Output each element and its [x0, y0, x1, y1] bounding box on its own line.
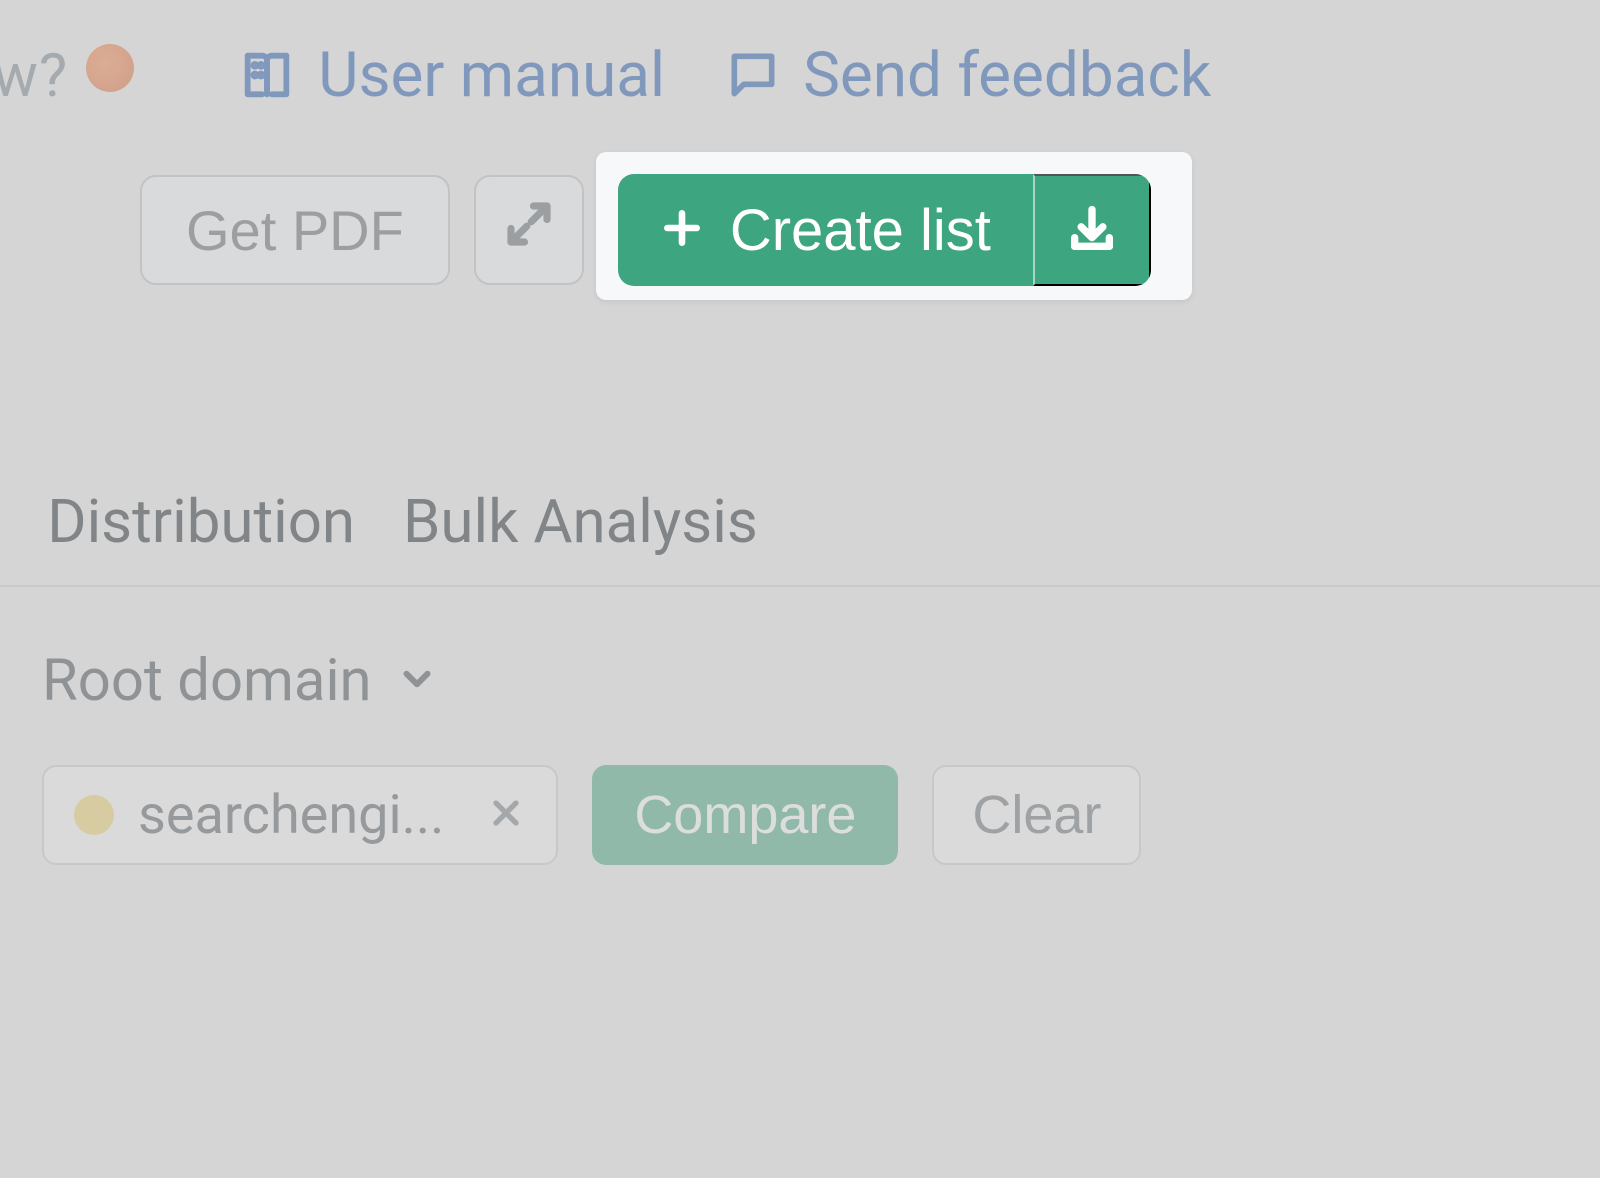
dropdown-row: Root domain	[0, 647, 1600, 715]
action-row: Get PDF Create list	[0, 174, 1600, 286]
send-feedback-link[interactable]: Send feedback	[725, 39, 1211, 112]
plus-icon	[660, 197, 704, 264]
get-pdf-label: Get PDF	[186, 198, 404, 263]
tabs-row: o Distribution Bulk Analysis	[0, 486, 1600, 587]
chip-close-icon[interactable]	[486, 784, 526, 847]
send-feedback-label: Send feedback	[803, 39, 1211, 112]
compare-button[interactable]: Compare	[592, 765, 898, 865]
chip-color-dot-icon	[74, 795, 114, 835]
expand-button[interactable]	[474, 175, 584, 285]
user-manual-label: User manual	[318, 39, 665, 112]
tab-distribution[interactable]: Distribution	[47, 486, 355, 557]
book-icon	[238, 46, 296, 104]
truncated-left-text: ew?	[0, 40, 68, 111]
download-button[interactable]	[1033, 174, 1151, 286]
compare-label: Compare	[634, 785, 856, 845]
top-links-row: ew? User manual	[0, 30, 1600, 120]
get-pdf-button[interactable]: Get PDF	[140, 175, 450, 285]
domain-chip-label: searchengi...	[138, 784, 444, 847]
user-manual-link[interactable]: User manual	[238, 39, 665, 112]
create-list-label: Create list	[730, 197, 991, 264]
download-icon	[1066, 203, 1118, 258]
clear-button[interactable]: Clear	[932, 765, 1141, 865]
clear-label: Clear	[972, 785, 1101, 845]
root-domain-dropdown[interactable]: Root domain	[42, 647, 438, 715]
feedback-icon	[725, 47, 781, 103]
create-list-button-group: Create list	[618, 174, 1151, 286]
create-list-button[interactable]: Create list	[618, 174, 1033, 286]
root-domain-label: Root domain	[42, 647, 372, 715]
chips-row: searchengi... Compare Clear	[0, 765, 1600, 865]
tab-bulk-analysis[interactable]: Bulk Analysis	[403, 486, 758, 557]
notification-dot-icon	[86, 44, 134, 92]
domain-chip[interactable]: searchengi...	[42, 765, 558, 865]
chevron-down-icon	[396, 647, 438, 715]
expand-icon	[502, 197, 556, 264]
